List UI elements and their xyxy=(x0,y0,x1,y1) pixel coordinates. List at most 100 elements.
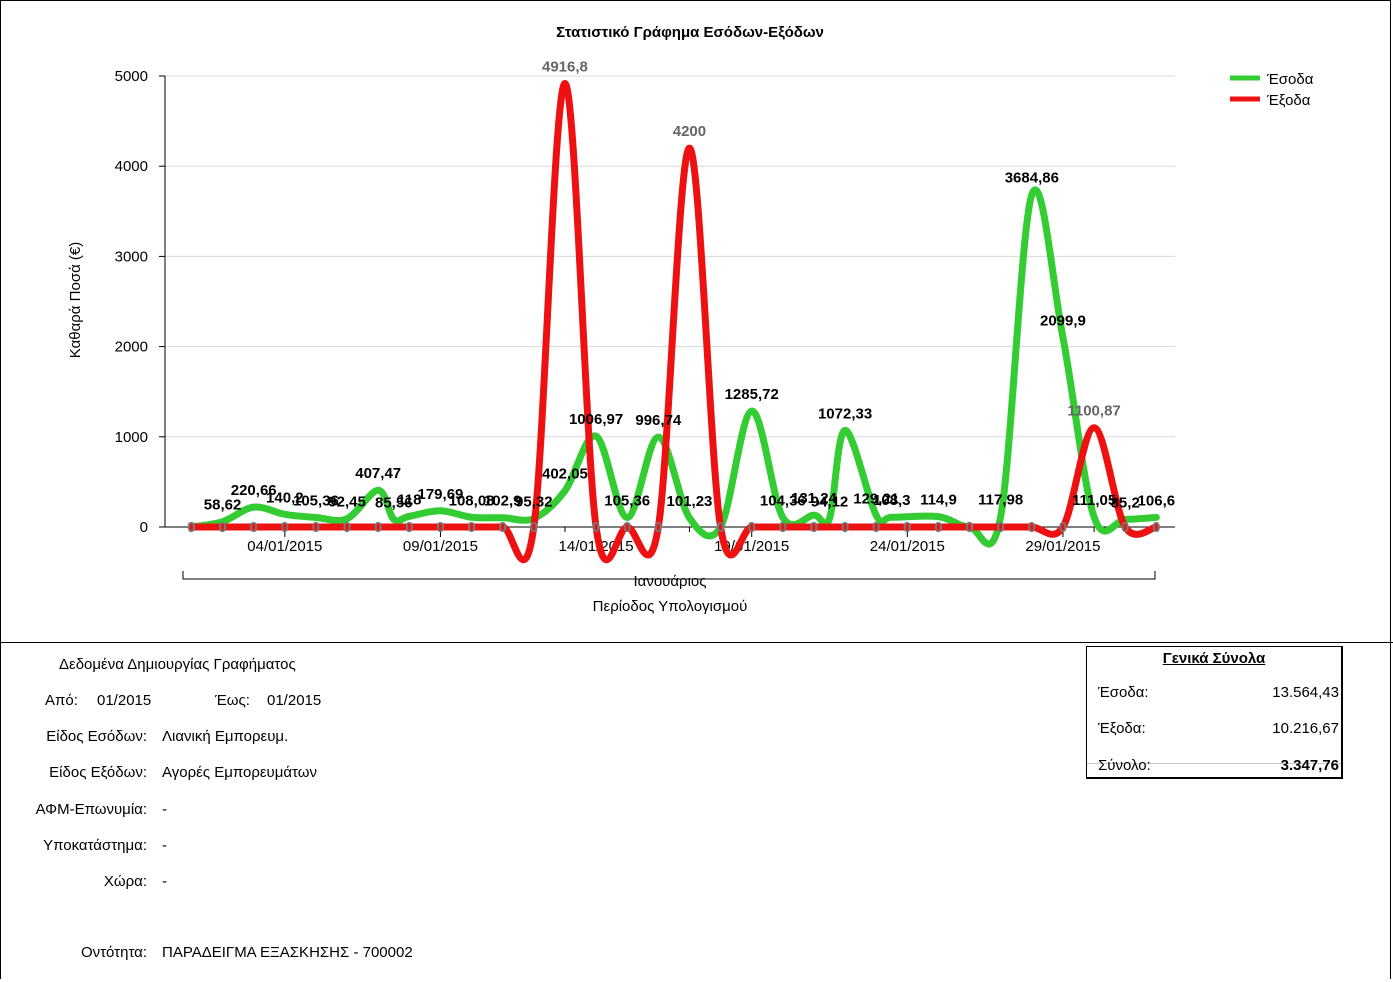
expense-data-label: 0 xyxy=(872,519,880,536)
income-data-label: 3684,86 xyxy=(1005,170,1059,187)
expense-data-label: 0 xyxy=(934,519,942,536)
legend-label-expense: Έξοδα xyxy=(1266,92,1311,109)
x-tick-label: 29/01/2015 xyxy=(1025,538,1100,555)
expense-data-label: 0 xyxy=(405,519,413,536)
info-heading: Δεδομένα Δημιουργίας Γραφήματος xyxy=(59,656,296,673)
income-data-label: 1006,97 xyxy=(569,411,623,428)
y-tick-label: 5000 xyxy=(115,68,148,85)
expense-data-label: 0 xyxy=(374,519,382,536)
expense-data-label: 0 xyxy=(1121,519,1129,536)
totals-sum-value: 3.347,76 xyxy=(1280,757,1339,774)
expense-data-label: 0 xyxy=(1059,519,1067,536)
y-tick-label: 2000 xyxy=(115,339,148,356)
income-type-label: Είδος Εσόδων: xyxy=(46,728,147,745)
y-axis-title: Καθαρά Ποσά (€) xyxy=(67,242,84,358)
income-data-label: 114,9 xyxy=(920,492,957,509)
branch-label: Υποκατάστημα: xyxy=(43,837,147,854)
totals-box: Γενικά Σύνολα Έσοδα: 13.564,43 Έξοδα: 10… xyxy=(1086,646,1343,779)
income-data-label: 996,74 xyxy=(635,412,682,429)
expense-data-label: 0 xyxy=(748,519,756,536)
totals-sum-label: Σύνολο: xyxy=(1098,757,1151,774)
series-lines xyxy=(187,80,1160,564)
income-data-label: 111,05 xyxy=(1072,492,1116,509)
expense-data-label: 0 xyxy=(592,519,600,536)
expense-data-label: 0 xyxy=(903,519,911,536)
y-tick-label: 4000 xyxy=(115,158,148,175)
y-tick-label: 3000 xyxy=(115,248,148,265)
income-data-label: 117,98 xyxy=(978,491,1023,508)
income-expense-chart: Στατιστικό Γράφημα Εσόδων-Εξόδων 0 1000 20… xyxy=(67,24,1314,615)
income-data-label: 106,6 xyxy=(1138,492,1176,509)
income-data-label: 2099,9 xyxy=(1040,313,1086,330)
income-data-label: 1072,33 xyxy=(818,405,872,422)
expense-data-label: 0 xyxy=(218,519,226,536)
expense-data-label: 1100,87 xyxy=(1067,403,1120,420)
y-tick-label: 0 xyxy=(140,519,148,536)
from-label: Από: xyxy=(45,692,78,709)
expense-data-label: 0 xyxy=(841,519,849,536)
expense-data-label: 0 xyxy=(499,519,507,536)
to-value: 01/2015 xyxy=(267,692,322,709)
expense-data-label: 0 xyxy=(436,519,444,536)
expense-data-label: 0 xyxy=(716,519,724,536)
income-type-value: Λιανική Εμπορευμ. xyxy=(162,728,289,745)
entity-label: Οντότητα: xyxy=(80,944,147,961)
legend-label-income: Έσοδα xyxy=(1266,71,1314,88)
totals-sum-row: Σύνολο: 3.347,76 xyxy=(1087,757,1341,777)
totals-income-row: Έσοδα: 13.564,43 xyxy=(1087,684,1341,704)
chart-info-panel: Δεδομένα Δημιουργίας Γραφήματος Από: 01/… xyxy=(0,646,700,966)
expense-data-label: 0 xyxy=(623,519,631,536)
expense-type-label: Είδος Εξόδων: xyxy=(49,764,147,781)
entity-value: ΠΑΡΑΔΕΙΓΜΑ ΕΞΑΣΚΗΣΗΣ - 700002 xyxy=(162,944,413,961)
y-tick-label: 1000 xyxy=(115,429,148,446)
afm-label: ΑΦΜ-Επωνυμία: xyxy=(35,801,147,818)
expense-type-value: Αγορές Εμπορευμάτων xyxy=(162,764,317,781)
income-data-label: 85,2 xyxy=(1111,494,1140,511)
expense-data-label: 0 xyxy=(343,519,351,536)
totals-income-value: 13.564,43 xyxy=(1272,684,1339,701)
income-data-label: 94,12 xyxy=(811,494,849,511)
expense-data-label: 0 xyxy=(250,519,258,536)
income-data-label: 92,45 xyxy=(328,494,366,511)
income-data-label: 105,36 xyxy=(604,492,650,509)
expense-data-label: 0 xyxy=(530,519,538,536)
totals-expense-label: Έξοδα: xyxy=(1098,720,1146,737)
expense-data-label: 0 xyxy=(467,519,475,536)
expense-data-label: 0 xyxy=(281,519,289,536)
expense-series-line xyxy=(187,80,1160,564)
to-label: Έως: xyxy=(215,692,250,709)
from-value: 01/2015 xyxy=(97,692,152,709)
expense-data-label: 4916,8 xyxy=(542,59,588,76)
totals-title: Γενικά Σύνολα xyxy=(1162,650,1266,667)
x-group-label: Ιανουάριος xyxy=(634,573,707,590)
x-axis-title: Περίοδος Υπολογισμού xyxy=(593,598,748,615)
branch-value: - xyxy=(162,837,167,854)
income-data-label: 95,32 xyxy=(515,493,553,510)
chart-title: Στατιστικό Γράφημα Εσόδων-Εξόδων xyxy=(556,24,824,41)
income-data-label: 1285,72 xyxy=(725,386,779,403)
expense-data-label: 0 xyxy=(187,519,195,536)
income-data-label: 58,62 xyxy=(204,497,242,514)
expense-data-label: 0 xyxy=(810,519,818,536)
legend: Έσοδα Έξοδα xyxy=(1230,71,1314,109)
income-data-label: 407,47 xyxy=(355,465,401,482)
expense-data-label: 0 xyxy=(654,519,662,536)
expense-data-label: 0 xyxy=(997,519,1005,536)
x-tick-label: 24/01/2015 xyxy=(870,538,945,555)
expense-data-label: 0 xyxy=(1152,519,1160,536)
x-tick-label: 04/01/2015 xyxy=(247,538,322,555)
expense-data-label: 0 xyxy=(312,519,320,536)
totals-expense-row: Έξοδα: 10.216,67 xyxy=(1087,720,1341,740)
section-divider xyxy=(0,642,1393,643)
expense-data-label: 0 xyxy=(779,519,787,536)
expense-data-label: 0 xyxy=(1028,519,1036,536)
totals-expense-value: 10.216,67 xyxy=(1272,720,1339,737)
data-labels: 058,62220,66140,2105,3692,45407,4785,561… xyxy=(187,59,1175,536)
income-data-label: 402,05 xyxy=(542,466,588,483)
afm-value: - xyxy=(162,801,167,818)
income-data-label: 108,3 xyxy=(873,492,911,509)
country-label: Χώρα: xyxy=(103,873,147,890)
country-value: - xyxy=(162,873,167,890)
income-data-label: 101,23 xyxy=(667,493,713,510)
totals-income-label: Έσοδα: xyxy=(1098,684,1149,701)
